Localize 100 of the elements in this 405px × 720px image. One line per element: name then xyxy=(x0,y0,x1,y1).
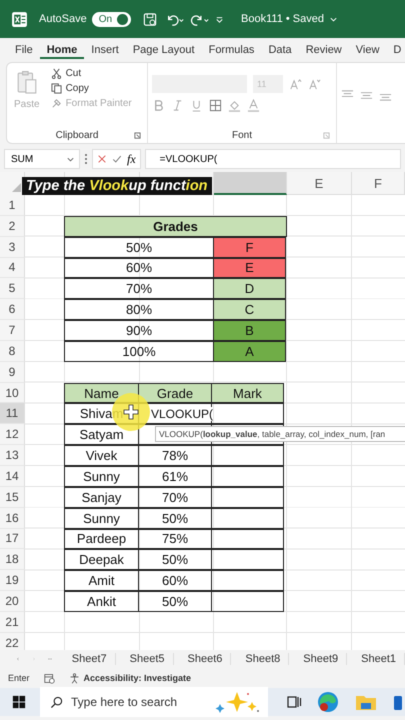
excel-logo-icon xyxy=(11,10,28,28)
insert-function-button[interactable]: fx xyxy=(127,152,136,166)
row-header[interactable]: 22 xyxy=(0,632,25,650)
grade-cell: B xyxy=(213,320,286,341)
customize-icon[interactable] xyxy=(215,14,224,24)
name-box[interactable]: SUM xyxy=(4,149,80,169)
copy-icon xyxy=(50,83,62,94)
select-all-icon[interactable] xyxy=(12,183,21,192)
grade-cell: A xyxy=(213,340,286,362)
row-header[interactable]: 9 xyxy=(0,362,25,383)
grade-cell: F xyxy=(213,236,286,258)
table-cell: 50% xyxy=(138,549,212,570)
function-tooltip: VLOOKUP(lookup_value, table_array, col_index_num, [ran xyxy=(155,426,405,442)
accessibility-button[interactable]: Accessibility: Investigate xyxy=(68,672,192,684)
ribbon-tab[interactable]: Home xyxy=(40,41,84,59)
table-cell: Sunny xyxy=(64,466,139,487)
row-header[interactable]: 14 xyxy=(0,466,25,487)
group-label: Clipboard xyxy=(56,130,98,140)
video-caption: Type the Vlookup function xyxy=(22,177,212,195)
cell-edit-text[interactable]: VLOOKUP( xyxy=(151,406,214,421)
grade-cell: D xyxy=(213,278,286,300)
column-heading-cell: Mark xyxy=(211,382,284,404)
ribbon-tab[interactable]: Formulas xyxy=(202,41,262,59)
table-cell: Sunny xyxy=(64,508,139,528)
bold-icon[interactable] xyxy=(152,99,165,112)
table-cell: 50% xyxy=(64,236,214,258)
sheet-tab[interactable]: Sheet7 xyxy=(64,653,116,665)
table-cell: Pardeep xyxy=(64,528,139,550)
table-cell: 70% xyxy=(64,278,214,300)
row-header[interactable]: 3 xyxy=(0,236,25,258)
row-header[interactable]: 12 xyxy=(0,424,25,446)
ribbon-tab[interactable]: Review xyxy=(298,41,349,59)
underline-icon[interactable] xyxy=(190,99,203,112)
ribbon-tab[interactable]: Data xyxy=(261,41,299,59)
row-header[interactable]: 4 xyxy=(0,258,25,278)
clipboard-icon xyxy=(16,69,38,95)
brush-icon xyxy=(50,98,62,109)
grow-font-icon[interactable] xyxy=(289,78,302,90)
italic-icon[interactable] xyxy=(171,99,184,112)
grade-cell: E xyxy=(213,258,286,278)
table-cell: 50% xyxy=(138,508,212,528)
row-header[interactable]: 6 xyxy=(0,299,25,320)
enter-icon[interactable] xyxy=(112,154,122,164)
ribbon-tab[interactable]: Page Layout xyxy=(126,41,202,59)
fill-color-icon[interactable] xyxy=(228,99,241,112)
row-header[interactable]: 19 xyxy=(0,570,25,592)
column-header[interactable] xyxy=(214,172,287,195)
table-cell: Sanjay xyxy=(64,486,139,508)
row-header[interactable]: 21 xyxy=(0,612,25,633)
task-view-icon[interactable] xyxy=(286,694,302,710)
row-header[interactable]: 7 xyxy=(0,320,25,341)
autosave-toggle[interactable]: On xyxy=(92,12,132,26)
windows-start-icon[interactable] xyxy=(12,695,26,709)
column-header[interactable]: F xyxy=(352,172,405,195)
row-header[interactable]: 20 xyxy=(0,591,25,612)
table-cell: 50% xyxy=(138,591,212,612)
taskbar-search-field[interactable]: Type here to search xyxy=(40,687,268,717)
dialog-launcher-icon[interactable] xyxy=(134,132,141,138)
table-cell: 80% xyxy=(64,299,214,320)
column-header[interactable]: E xyxy=(287,172,352,195)
sheet-tab[interactable]: Sheet9 xyxy=(295,653,348,665)
row-header[interactable]: 1 xyxy=(0,195,25,216)
row-header[interactable]: 8 xyxy=(0,340,25,362)
copy-button[interactable]: Copy xyxy=(48,82,134,95)
formula-field[interactable]: =VLOOKUP( xyxy=(144,149,401,169)
sheet-tab[interactable]: Sheet5 xyxy=(122,653,174,665)
document-title[interactable]: Book111 • Saved xyxy=(241,13,324,25)
cut-button[interactable]: Cut xyxy=(48,67,134,80)
sheet-tab[interactable]: Sheet8 xyxy=(237,653,290,665)
ribbon-tab[interactable]: Insert xyxy=(84,41,126,59)
row-header[interactable]: 16 xyxy=(0,508,25,528)
macro-record-icon[interactable] xyxy=(44,672,55,684)
ribbon-tab[interactable]: View xyxy=(348,41,386,59)
table-cell: Amit xyxy=(64,570,139,592)
table-cell: 90% xyxy=(64,320,214,341)
cancel-icon[interactable] xyxy=(97,154,107,164)
borders-icon[interactable] xyxy=(209,99,222,112)
ribbon-tab[interactable]: D xyxy=(386,41,405,59)
row-header[interactable]: 15 xyxy=(0,486,25,508)
row-header[interactable]: 10 xyxy=(0,382,25,404)
row-header[interactable]: 2 xyxy=(0,216,25,237)
table-header-cell: Grades xyxy=(64,216,287,237)
row-header[interactable]: 13 xyxy=(0,445,25,466)
font-color-icon[interactable] xyxy=(247,99,260,112)
table-cell: 60% xyxy=(64,258,214,278)
sheet-tab[interactable]: Sheet1 xyxy=(353,653,405,665)
autosave-label: AutoSave xyxy=(39,13,87,25)
row-header[interactable]: 5 xyxy=(0,278,25,300)
browser-icon[interactable] xyxy=(316,690,340,714)
row-header[interactable]: 11 xyxy=(0,403,25,424)
shrink-font-icon[interactable] xyxy=(308,78,321,90)
row-header[interactable]: 18 xyxy=(0,549,25,570)
table-cell: Ankit xyxy=(64,591,139,612)
table-cell: 70% xyxy=(138,486,212,508)
accessibility-icon xyxy=(68,672,80,684)
grade-cell: C xyxy=(213,299,286,320)
ribbon-tab[interactable]: File xyxy=(8,41,40,59)
table-cell: 61% xyxy=(138,466,212,487)
row-header[interactable]: 17 xyxy=(0,528,25,550)
sheet-tab[interactable]: Sheet6 xyxy=(180,653,232,665)
